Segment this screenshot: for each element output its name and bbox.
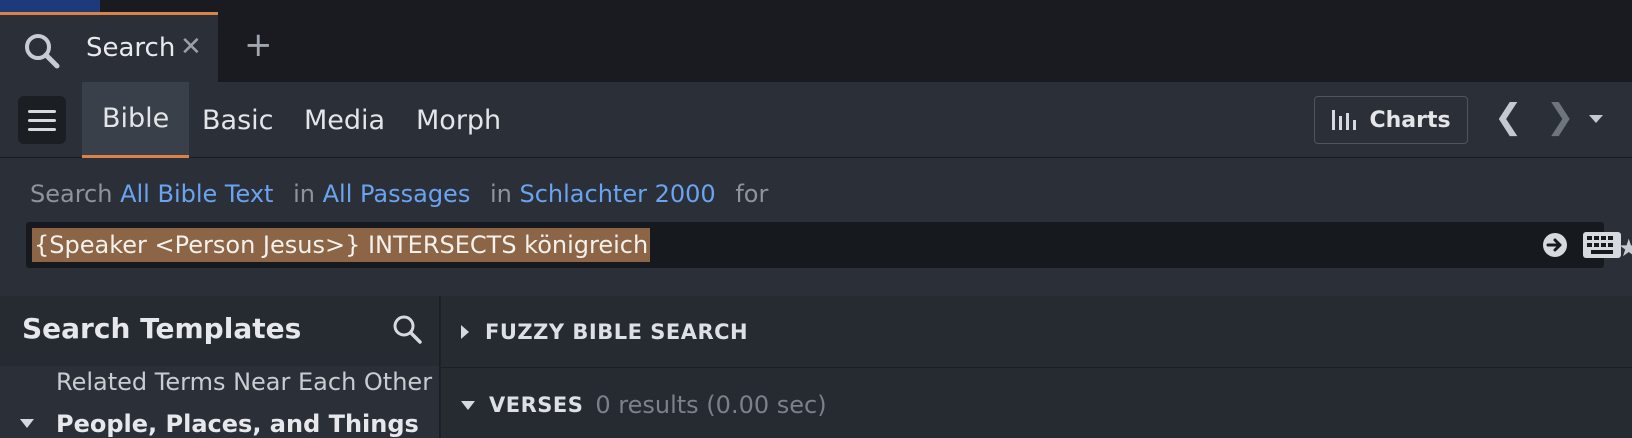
tab-search[interactable]: Search ✕ bbox=[0, 12, 218, 82]
fuzzy-search-section[interactable]: FUZZY BIBLE SEARCH bbox=[441, 296, 1632, 368]
search-templates-sidebar: Search Templates Related Terms Near Each… bbox=[0, 296, 440, 438]
back-button[interactable]: ❮ bbox=[1494, 100, 1523, 134]
in-word: in bbox=[489, 180, 512, 208]
star-icon[interactable]: ★ bbox=[1618, 234, 1632, 262]
close-icon[interactable]: ✕ bbox=[180, 32, 202, 62]
search-icon bbox=[25, 34, 60, 69]
search-toolbar: Bible Basic Media Morph Charts ❮ ❯ bbox=[0, 82, 1632, 158]
tab-label: Search bbox=[86, 33, 176, 63]
for-word: for bbox=[735, 180, 769, 208]
chevron-down-icon bbox=[20, 418, 34, 428]
charts-label: Charts bbox=[1369, 107, 1451, 133]
forward-button[interactable]: ❯ bbox=[1546, 100, 1575, 134]
keyboard-icon[interactable] bbox=[1582, 230, 1622, 260]
search-panel: Search All Bible Text in All Passages in… bbox=[0, 158, 1632, 296]
charts-button[interactable]: Charts bbox=[1314, 96, 1468, 144]
template-group[interactable]: People, Places, and Things bbox=[20, 410, 419, 438]
menu-line bbox=[28, 109, 56, 113]
results-pane: FUZZY BIBLE SEARCH VERSES 0 results (0.0… bbox=[441, 296, 1632, 438]
result-count: 0 results (0.00 sec) bbox=[595, 391, 827, 419]
app-window: Search ✕ + Bible Basic Media Morph Chart… bbox=[0, 0, 1632, 438]
tab-basic[interactable]: Basic bbox=[182, 82, 293, 158]
tab-strip: Search ✕ + bbox=[0, 0, 1632, 82]
template-item[interactable]: Related Terms Near Each Other bbox=[56, 368, 432, 396]
tab-bible[interactable]: Bible bbox=[82, 82, 190, 158]
verses-section[interactable]: VERSES 0 results (0.00 sec) bbox=[441, 369, 1632, 438]
expand-icon bbox=[461, 324, 469, 339]
in-word: in bbox=[293, 180, 315, 208]
go-arrow-icon[interactable] bbox=[1542, 232, 1568, 258]
sidebar-title: Search Templates bbox=[22, 312, 302, 345]
search-input[interactable]: {Speaker <Person Jesus>} INTERSECTS köni… bbox=[26, 222, 1621, 268]
query-text[interactable]: {Speaker <Person Jesus>} INTERSECTS köni… bbox=[32, 228, 651, 262]
section-label: VERSES bbox=[489, 393, 584, 417]
section-label: FUZZY BIBLE SEARCH bbox=[485, 319, 749, 344]
search-word: Search bbox=[30, 180, 113, 208]
history-dropdown-icon[interactable] bbox=[1589, 115, 1603, 123]
scope-link[interactable]: All Bible Text bbox=[120, 180, 273, 208]
menu-line bbox=[28, 118, 56, 122]
collapse-icon bbox=[461, 400, 475, 410]
range-link[interactable]: All Passages bbox=[323, 180, 471, 208]
search-icon[interactable] bbox=[390, 312, 424, 346]
new-tab-button[interactable]: + bbox=[244, 28, 273, 62]
search-sentence: Search All Bible Text in All Passages in… bbox=[30, 180, 768, 208]
bar-chart-icon bbox=[1332, 110, 1357, 130]
tab-morph[interactable]: Morph bbox=[396, 82, 521, 158]
menu-line bbox=[28, 127, 56, 131]
hamburger-menu-button[interactable] bbox=[18, 96, 66, 144]
tab-media[interactable]: Media bbox=[284, 82, 405, 158]
sidebar-header: Search Templates bbox=[0, 296, 439, 366]
resource-link[interactable]: Schlachter 2000 bbox=[520, 180, 716, 208]
template-group-label: People, Places, and Things bbox=[56, 410, 419, 438]
